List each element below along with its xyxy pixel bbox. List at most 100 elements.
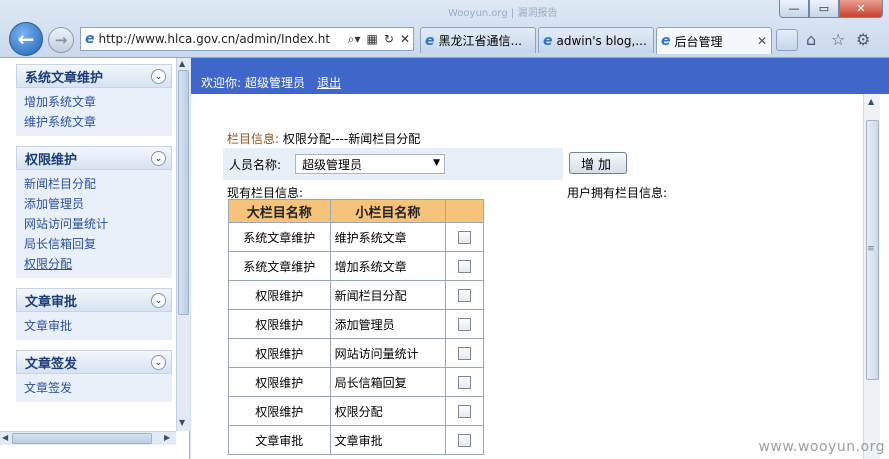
table-header-row: 大栏目名称 小栏目名称 <box>228 199 484 223</box>
menu-body: 新闻栏目分配 添加管理员 网站访问量统计 局长信箱回复 权限分配 <box>16 170 172 278</box>
column-info-value: 权限分配----新闻栏目分配 <box>282 132 421 146</box>
header-major-column: 大栏目名称 <box>228 199 331 223</box>
scroll-up-icon[interactable]: ▲ <box>868 97 874 106</box>
menu-title: 权限维护 <box>25 152 78 168</box>
row-checkbox[interactable] <box>458 318 472 331</box>
collapse-chevron-icon[interactable]: ⌄ <box>151 151 166 166</box>
minor-cell: 网站访问量统计 <box>329 338 447 368</box>
sidebar-vertical-scrollbar[interactable]: ▲ ▼ <box>176 58 190 431</box>
sidebar-item-add-admin[interactable]: 添加管理员 <box>24 194 172 214</box>
menu-header[interactable]: 系统文章维护 ⌄ <box>16 64 172 88</box>
menu-header[interactable]: 权限维护 ⌄ <box>16 146 172 170</box>
favorites-star-icon[interactable]: ☆ <box>831 30 845 49</box>
row-checkbox[interactable] <box>458 434 472 447</box>
sidebar-menu: 系统文章维护 ⌄ 增加系统文章 维护系统文章 权限维护 ⌄ 新闻栏目分配 添加管… <box>0 58 176 431</box>
sidebar-item-maintain-article[interactable]: 维护系统文章 <box>24 112 172 132</box>
stop-icon[interactable]: ✕ <box>400 32 410 46</box>
menu-header[interactable]: 文章审批 ⌄ <box>16 288 172 312</box>
collapse-chevron-icon[interactable]: ⌄ <box>151 69 166 84</box>
select-cell <box>445 222 484 252</box>
menu-title: 文章审批 <box>25 294 78 310</box>
row-checkbox[interactable] <box>458 347 472 360</box>
tab-label: adwin's blog,... <box>556 33 647 48</box>
menu-header[interactable]: 文章签发 ⌄ <box>16 350 172 374</box>
background-tab-title: Wooyun.org | 漏洞报告 <box>448 8 558 19</box>
menu-body: 文章审批 <box>16 312 172 340</box>
sidebar-item-permission-assign[interactable]: 权限分配 <box>24 254 172 274</box>
select-cell <box>445 425 484 455</box>
select-cell <box>445 280 484 310</box>
new-tab-button[interactable] <box>776 29 798 51</box>
add-button[interactable]: 增加 <box>569 152 627 174</box>
refresh-icon[interactable]: ↻ <box>384 32 394 46</box>
columns-table: 大栏目名称 小栏目名称 系统文章维护 维护系统文章 系统文章维护 增加系统文章 <box>228 199 484 455</box>
current-user: 超级管理员 <box>245 76 306 90</box>
sidebar-item-news-column[interactable]: 新闻栏目分配 <box>24 174 172 194</box>
minor-cell: 添加管理员 <box>329 309 447 339</box>
menu-system-articles: 系统文章维护 ⌄ 增加系统文章 维护系统文章 <box>16 64 172 136</box>
address-bar[interactable]: e http://www.hlca.gov.cn/admin/Index.ht … <box>80 27 414 51</box>
sidebar-item-article-review[interactable]: 文章审批 <box>24 316 172 336</box>
scroll-up-icon[interactable]: ▲ <box>179 59 185 68</box>
table-row: 权限维护 新闻栏目分配 <box>228 280 484 310</box>
maximize-icon[interactable]: ▭ <box>809 0 839 18</box>
select-cell <box>445 396 484 426</box>
header-minor-column: 小栏目名称 <box>329 199 447 223</box>
sidebar-item-traffic-stats[interactable]: 网站访问量统计 <box>24 214 172 234</box>
tab-1[interactable]: e 黑龙江省通信... <box>420 27 536 53</box>
tab-label: 后台管理 <box>674 34 723 49</box>
sidebar-item-mailbox-reply[interactable]: 局长信箱回复 <box>24 234 172 254</box>
row-checkbox[interactable] <box>458 289 472 302</box>
main-vertical-scrollbar[interactable]: ▲ ≡ <box>863 94 880 459</box>
back-arrow-icon[interactable]: ← <box>9 22 43 56</box>
logout-link[interactable]: 退出 <box>317 74 341 91</box>
tab-close-icon[interactable]: ✕ <box>753 34 767 48</box>
person-select[interactable]: 超级管理员 ▼ <box>295 154 446 174</box>
row-checkbox[interactable] <box>458 231 472 244</box>
minimize-icon[interactable]: — <box>779 0 809 18</box>
select-cell <box>445 251 484 281</box>
column-info-label: 栏目信息: <box>227 132 280 146</box>
search-icon[interactable]: ⌕▾ <box>348 32 361 47</box>
menu-article-review: 文章审批 ⌄ 文章审批 <box>16 288 172 340</box>
minor-cell: 文章审批 <box>329 425 447 455</box>
scroll-thumb[interactable] <box>12 433 152 444</box>
tab-label: 黑龙江省通信... <box>438 34 522 48</box>
welcome-text: 欢迎你: <box>201 76 242 90</box>
scroll-down-icon[interactable]: ▼ <box>179 418 185 427</box>
close-window-icon[interactable]: ✕ <box>839 0 883 18</box>
table-row: 权限维护 局长信箱回复 <box>228 367 484 397</box>
scroll-right-icon[interactable]: ▶ <box>164 433 170 442</box>
scroll-left-icon[interactable]: ◀ <box>2 433 8 442</box>
row-checkbox[interactable] <box>458 260 472 273</box>
collapse-chevron-icon[interactable]: ⌄ <box>151 355 166 370</box>
forward-arrow-icon[interactable]: → <box>48 27 74 53</box>
gear-icon[interactable]: ⚙ <box>856 30 870 49</box>
sidebar-horizontal-scrollbar[interactable]: ◀ ▶ <box>0 431 176 445</box>
minor-cell: 权限分配 <box>329 396 447 426</box>
watermark: www.wooyun.org <box>758 439 885 455</box>
compat-icon[interactable]: ▦ <box>367 32 378 46</box>
table-row: 权限维护 网站访问量统计 <box>228 338 484 368</box>
row-checkbox[interactable] <box>458 376 472 389</box>
sidebar-item-article-issue[interactable]: 文章签发 <box>24 378 172 398</box>
tab-3-active[interactable]: e 后台管理 ✕ <box>656 27 772 54</box>
ie-logo-icon: e <box>543 32 553 49</box>
menu-article-issue: 文章签发 ⌄ 文章签发 <box>16 350 172 402</box>
header-bar: 欢迎你: 超级管理员 退出 <box>191 58 889 94</box>
minor-cell: 维护系统文章 <box>329 222 447 252</box>
home-icon[interactable]: ⌂ <box>806 30 816 49</box>
select-cell <box>445 367 484 397</box>
menu-body: 文章签发 <box>16 374 172 402</box>
sidebar-item-add-article[interactable]: 增加系统文章 <box>24 92 172 112</box>
collapse-chevron-icon[interactable]: ⌄ <box>151 293 166 308</box>
user-columns-label: 用户拥有栏目信息: <box>567 186 668 200</box>
tab-2[interactable]: e adwin's blog,... <box>538 27 654 53</box>
select-cell <box>445 309 484 339</box>
major-cell: 权限维护 <box>228 309 331 339</box>
minor-cell: 局长信箱回复 <box>329 367 447 397</box>
row-checkbox[interactable] <box>458 405 472 418</box>
address-text[interactable]: http://www.hlca.gov.cn/admin/Index.ht <box>99 32 345 46</box>
dropdown-caret-icon[interactable]: ▼ <box>433 158 440 168</box>
scroll-thumb[interactable] <box>178 70 189 315</box>
